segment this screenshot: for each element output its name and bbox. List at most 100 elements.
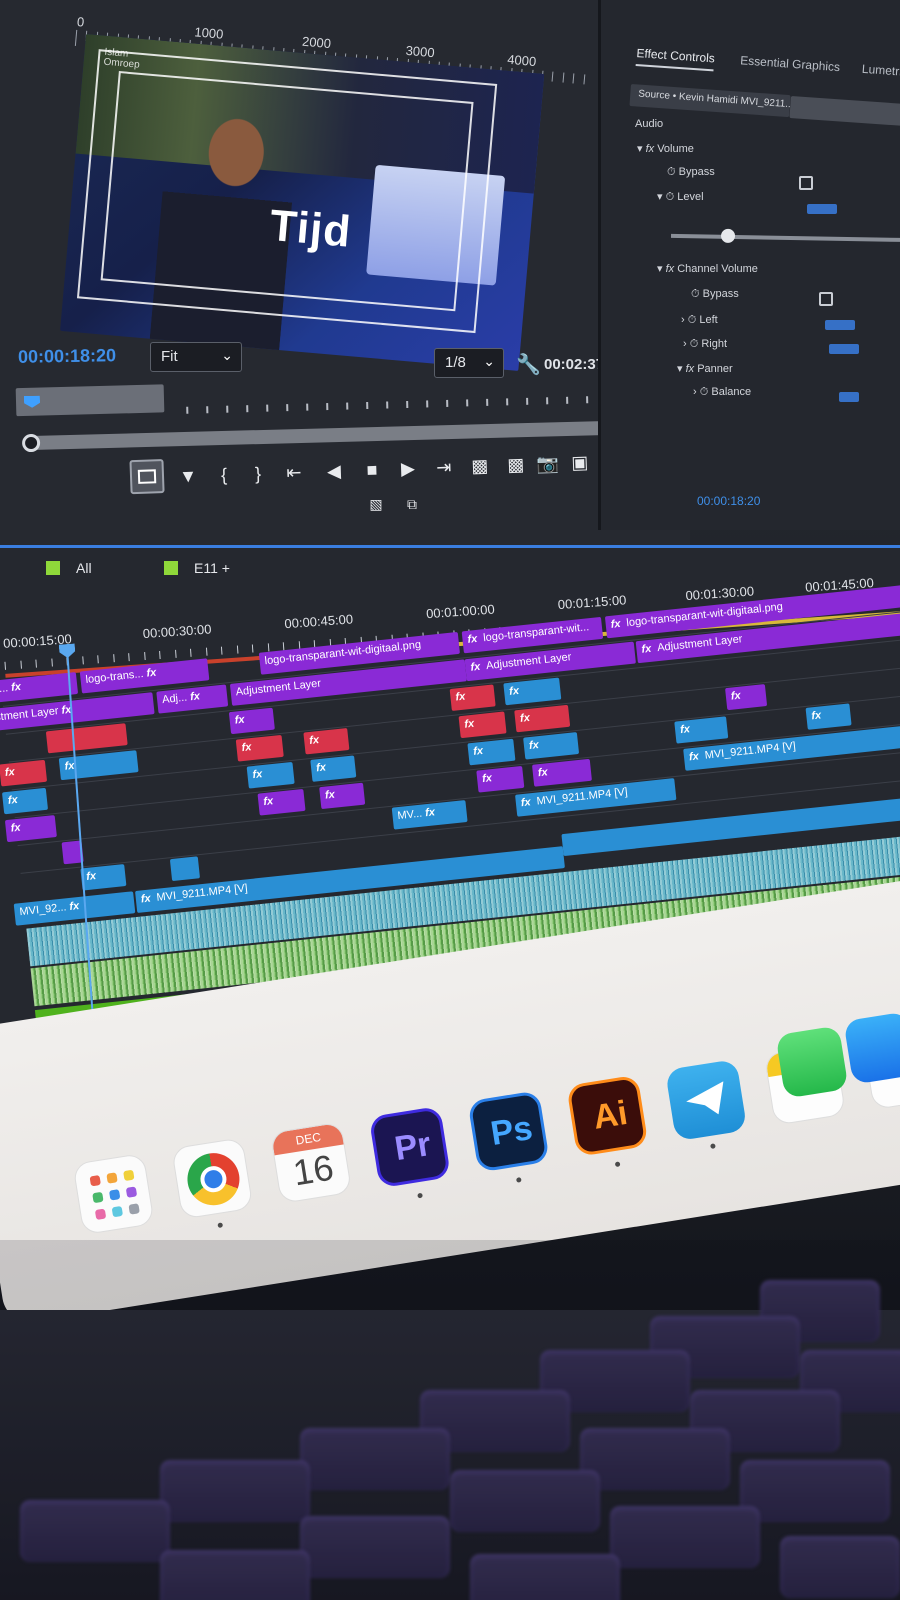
tick-mark [583, 74, 585, 85]
tick-mark [326, 403, 329, 411]
fx-panner[interactable]: ▾ fx Panner [677, 362, 733, 375]
label-color-swatch [164, 561, 178, 575]
compare-view-icon[interactable]: ▣ [565, 448, 594, 477]
go-to-out-icon[interactable]: ⇥ [429, 453, 458, 482]
tab-label: E11 + [194, 560, 230, 576]
step-back-icon[interactable]: ◀ [319, 457, 348, 486]
clip-effect[interactable]: fx [257, 788, 306, 816]
zoom-fit-dropdown[interactable]: Fit ⌄ [150, 342, 242, 372]
fx-row-label: Left [699, 314, 718, 326]
clip-effect[interactable]: fx [319, 782, 366, 810]
clip-effect[interactable]: fx [0, 759, 48, 787]
right-value[interactable] [829, 344, 859, 354]
tick-mark [526, 397, 529, 405]
fx-volume[interactable]: ▾ fx Volume [637, 142, 694, 155]
bypass-checkbox[interactable] [799, 176, 813, 190]
clip-effect[interactable]: fx [458, 711, 507, 739]
clip-effect[interactable]: fx [310, 755, 357, 782]
fx-channel-volume[interactable]: ▾ fx Channel Volume [657, 262, 758, 275]
clip-effect[interactable]: fx [476, 765, 525, 793]
proxy-toggle-icon[interactable]: ▧ [362, 490, 390, 518]
photoshop-icon[interactable]: Ps [467, 1090, 550, 1183]
clip-effect[interactable]: fx [531, 758, 592, 787]
fx-row-label: Channel Volume [677, 263, 758, 275]
stop-icon[interactable]: ■ [357, 455, 386, 484]
sequence-clip-selector[interactable] [789, 96, 900, 127]
fx-channel-bypass[interactable]: ⏱ Bypass [691, 288, 739, 301]
clip-effect[interactable]: fx [503, 677, 562, 706]
launchpad-icon[interactable] [72, 1152, 155, 1236]
wrench-icon[interactable]: 🔧 [516, 352, 541, 377]
calendar-icon[interactable]: DEC 16 [269, 1121, 353, 1204]
tick-mark [386, 401, 389, 409]
source-clip-selector[interactable]: Source • Kevin Hamidi MVI_9211... [629, 84, 791, 118]
clip-effect[interactable]: fx [725, 684, 768, 711]
mark-in-icon[interactable]: { [210, 460, 239, 489]
clip-effect[interactable]: fx [523, 732, 580, 760]
tab-e11[interactable]: E11 + [164, 560, 230, 576]
mark-out-icon[interactable]: } [244, 459, 273, 488]
fx-row-label: Level [677, 191, 704, 203]
tick-mark [81, 656, 84, 665]
lift-icon[interactable]: ▩ [465, 452, 494, 481]
clip-effect[interactable]: fx [449, 684, 496, 711]
fx-timecode[interactable]: 00:00:18:20 [697, 494, 760, 508]
chrome-icon[interactable] [171, 1137, 254, 1229]
tab-effect-controls[interactable]: Effect Controls [635, 46, 716, 72]
step-forward-icon[interactable]: ▶ [393, 454, 422, 483]
tab-essential-graphics[interactable]: Essential Graphics [740, 53, 841, 74]
playback-resolution-dropdown[interactable]: 1/8 ⌄ [434, 348, 504, 378]
program-monitor: 0 1000 2000 3000 4000 Islam Omroep Tijd … [0, 0, 769, 545]
illustrator-icon[interactable]: Ai [566, 1074, 649, 1168]
level-slider[interactable] [670, 228, 900, 244]
add-marker-icon[interactable]: ▼ [174, 462, 203, 491]
tab-all[interactable]: All [46, 560, 92, 576]
tab-lumetri[interactable]: Lumetri [861, 62, 900, 79]
clip-video[interactable]: fx [80, 864, 127, 891]
zoom-handle-left[interactable] [21, 433, 41, 453]
playhead-timecode[interactable]: 00:00:18:20 [18, 345, 116, 368]
clip-name: MVI_9211.MP4 [V] [155, 882, 249, 904]
tick-mark [226, 405, 229, 413]
telegram-icon[interactable] [664, 1058, 748, 1150]
fx-left[interactable]: › ⏱ Left [681, 314, 718, 327]
fx-balance[interactable]: › ⏱ Balance [693, 386, 751, 399]
clip-effect[interactable]: fx [467, 738, 516, 766]
extract-icon[interactable]: ▩ [501, 450, 530, 479]
ruler-label: 4000 [506, 51, 537, 70]
clip-effect[interactable]: fx [4, 815, 57, 843]
vr-video-icon[interactable]: ⧉ [398, 490, 426, 518]
app-store-icon[interactable] [843, 1011, 900, 1085]
ruler-timecode: 00:00:30:00 [142, 621, 212, 642]
level-value[interactable] [807, 204, 837, 214]
video-preview[interactable]: Islam Omroep Tijd [60, 34, 545, 371]
clip-effect[interactable]: fx [805, 703, 852, 730]
toggle-display-button[interactable] [129, 459, 165, 495]
left-value[interactable] [825, 320, 855, 330]
whatsapp-icon[interactable] [775, 1025, 849, 1099]
premiere-pro-icon[interactable]: Pr [368, 1105, 452, 1199]
fx-row-label: Right [701, 338, 728, 350]
channel-bypass-checkbox[interactable] [819, 292, 833, 306]
clip-effect[interactable]: fx [514, 704, 571, 733]
export-frame-icon[interactable]: 📷 [533, 449, 562, 478]
clip-effect[interactable]: fx [1, 787, 49, 815]
slider-knob[interactable] [720, 228, 736, 244]
clip-video[interactable] [169, 856, 201, 882]
clip-effect[interactable]: fx [228, 707, 275, 735]
tick-mark [551, 71, 554, 82]
fx-right[interactable]: › ⏱ Right [683, 338, 727, 351]
fx-section-audio: Audio [635, 118, 664, 130]
fx-bypass[interactable]: ⏱ Bypass [667, 166, 715, 179]
fx-row-label: Panner [697, 363, 733, 375]
go-to-in-icon[interactable]: ⇤ [279, 458, 308, 487]
clip-effect[interactable]: fx [246, 761, 295, 789]
monitor-scrubber[interactable] [15, 372, 769, 422]
clip-effect[interactable]: fx [674, 716, 729, 744]
fx-level[interactable]: ▾ ⏱ Level [657, 190, 704, 204]
clip-effect[interactable]: fx [235, 734, 284, 762]
balance-value[interactable] [839, 392, 859, 402]
clip-effect[interactable]: fx [303, 727, 350, 755]
tick-mark [35, 659, 37, 668]
fx-row-label: Balance [711, 386, 752, 398]
